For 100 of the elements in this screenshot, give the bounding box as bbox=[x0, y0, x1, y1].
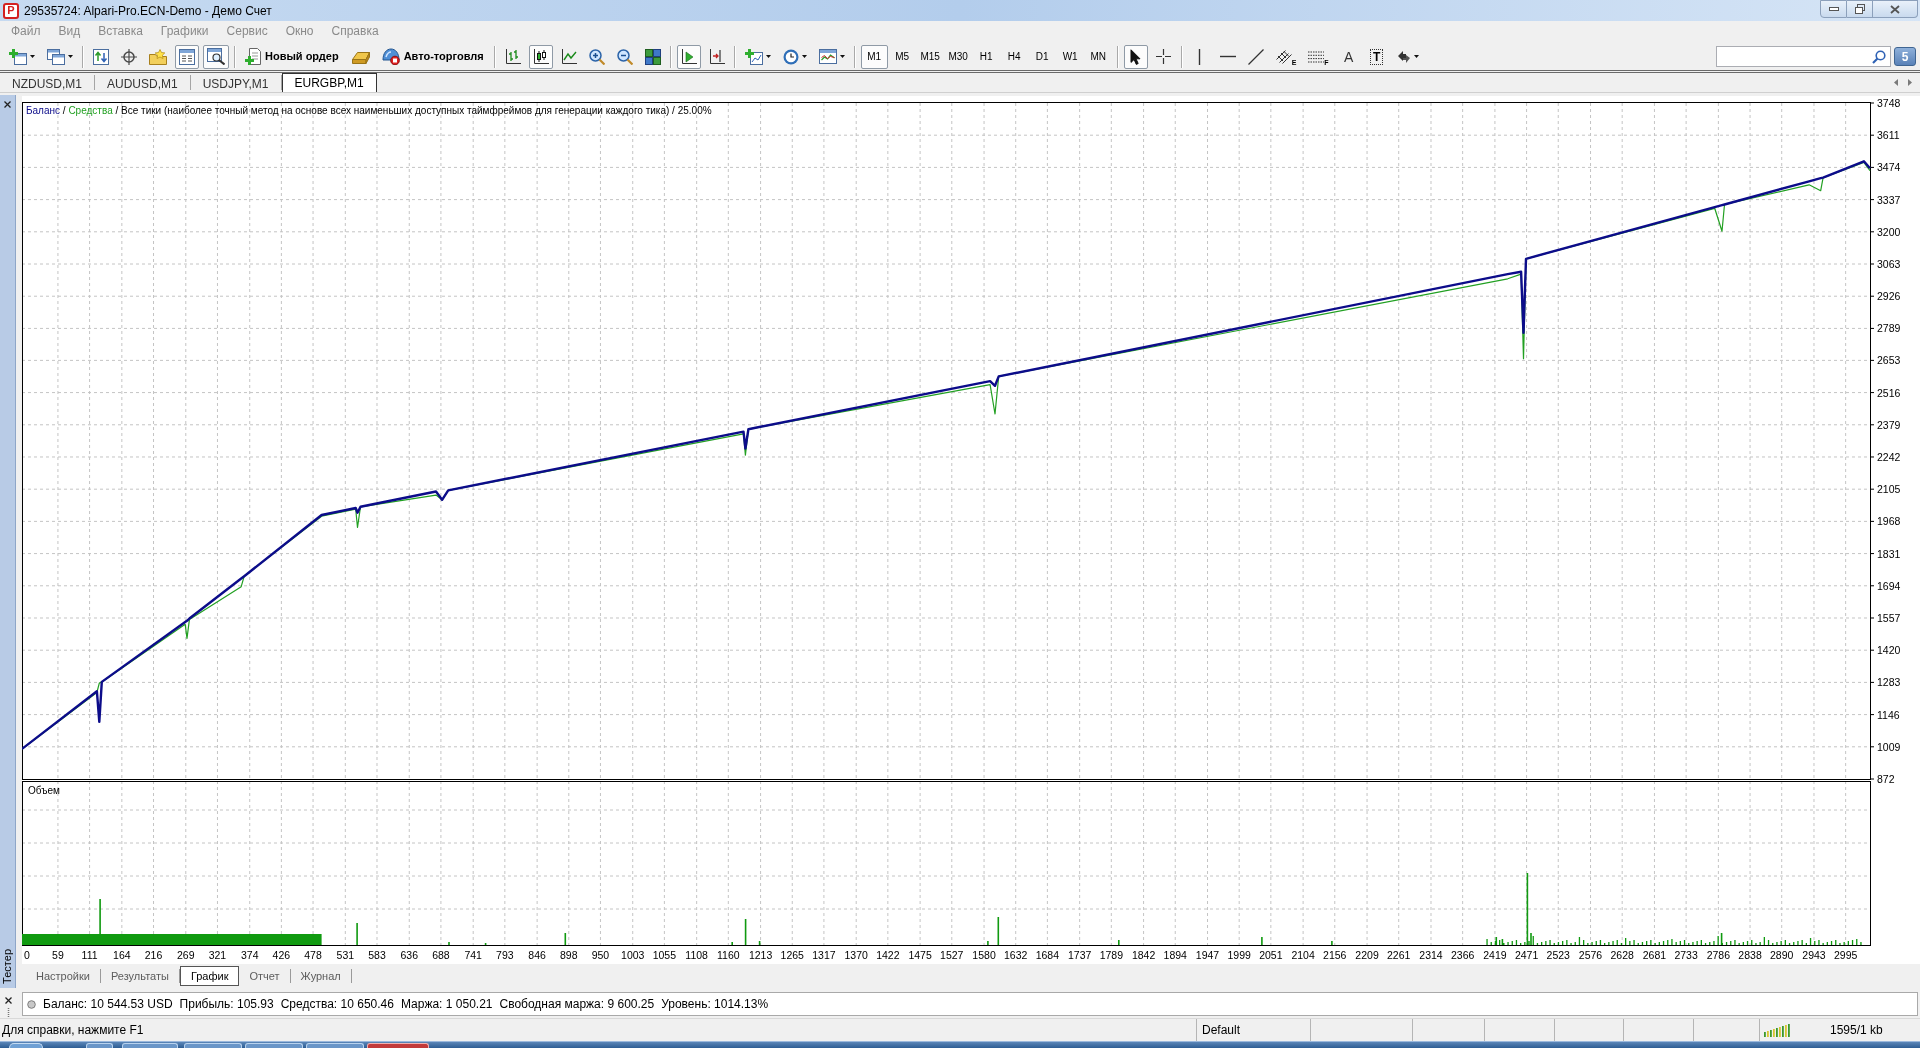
x-tick-label: 741 bbox=[464, 949, 482, 961]
x-tick-label: 164 bbox=[113, 949, 131, 961]
timeframe-button[interactable]: M15 bbox=[916, 44, 944, 69]
y-tick-label: 2379 bbox=[1877, 418, 1901, 431]
y-tick-label: 2516 bbox=[1877, 386, 1901, 399]
x-tick-label: 269 bbox=[177, 949, 195, 961]
timeframe-button[interactable]: H1 bbox=[972, 44, 1000, 69]
scroll-left-icon[interactable] bbox=[1894, 79, 1898, 86]
bar-chart-icon bbox=[504, 48, 521, 65]
x-tick-label: 1108 bbox=[685, 949, 708, 961]
x-tick-label: 2681 bbox=[1642, 949, 1667, 961]
traffic-text: 1595/1 kb bbox=[1830, 1022, 1883, 1039]
x-tick-label: 1684 bbox=[1035, 949, 1060, 961]
timeframe-button[interactable]: M5 bbox=[888, 44, 916, 69]
app-logo: P bbox=[3, 2, 19, 19]
y-tick-label: 3200 bbox=[1877, 225, 1901, 238]
toolbar-button[interactable] bbox=[676, 44, 701, 69]
x-tick-label: 898 bbox=[560, 949, 578, 961]
timeframe-button[interactable]: H4 bbox=[1000, 44, 1028, 69]
x-tick-label: 1527 bbox=[940, 949, 964, 961]
x-tick-label: 793 bbox=[496, 949, 514, 961]
taskbar-button[interactable] bbox=[367, 1043, 429, 1048]
tester-tab[interactable]: Результаты bbox=[100, 969, 180, 983]
minimize-button[interactable] bbox=[1820, 0, 1847, 18]
close-icon bbox=[1890, 4, 1900, 14]
scroll-right-icon[interactable] bbox=[1908, 79, 1912, 86]
tester-tab[interactable]: Настройки bbox=[26, 969, 101, 983]
search-field[interactable] bbox=[1716, 46, 1891, 67]
drawing-tool-button[interactable]: A bbox=[1336, 44, 1361, 69]
cursor-icon bbox=[1130, 48, 1142, 65]
ingot-icon bbox=[351, 49, 370, 64]
x-tick-label: 1475 bbox=[908, 949, 932, 961]
x-tick-label: 0 bbox=[24, 949, 30, 961]
toolbar-button[interactable] bbox=[528, 44, 553, 69]
close-panel-button[interactable] bbox=[2, 995, 14, 1005]
y-tick-label: 2789 bbox=[1877, 322, 1901, 335]
drawing-tool-button[interactable] bbox=[1123, 44, 1148, 69]
restore-button[interactable] bbox=[1847, 0, 1873, 18]
toolbar-button[interactable] bbox=[203, 44, 229, 69]
y-tick-label: 1557 bbox=[1877, 612, 1901, 624]
window-plus-icon bbox=[9, 48, 27, 65]
x-tick-label: 2104 bbox=[1291, 949, 1315, 961]
x-tick-label: 2995 bbox=[1833, 949, 1858, 961]
y-tick-label: 1831 bbox=[1877, 547, 1901, 560]
toolbar-button[interactable]: Авто-торговля bbox=[377, 44, 489, 69]
timeframe-button[interactable]: MN bbox=[1084, 44, 1112, 69]
x-tick-label: 1003 bbox=[621, 949, 645, 961]
timeframe-button[interactable]: M1 bbox=[860, 44, 888, 69]
close-button[interactable] bbox=[1873, 0, 1918, 18]
x-tick-label: 2628 bbox=[1610, 949, 1634, 961]
x-tick-label: 216 bbox=[144, 949, 163, 961]
chart-window-icon bbox=[818, 49, 837, 64]
account-stat: Свободная маржа: 9 600.25 bbox=[499, 996, 655, 1013]
chart-tab[interactable]: AUDUSD,M1 bbox=[95, 75, 191, 90]
timeframe-button[interactable]: W1 bbox=[1056, 44, 1084, 69]
toolbar-button[interactable]: Новый ордер bbox=[241, 44, 344, 69]
line-chart-icon bbox=[560, 48, 577, 65]
signal-bars-icon bbox=[1764, 1023, 1790, 1037]
fibonacci-icon bbox=[1308, 50, 1325, 63]
drawing-tool-button[interactable]: T bbox=[1364, 44, 1389, 69]
profile-text: Default bbox=[1202, 1022, 1241, 1039]
chart-scroll-icon bbox=[680, 48, 697, 65]
candlestick-icon bbox=[532, 48, 549, 65]
x-tick-label: 2471 bbox=[1514, 949, 1539, 961]
x-tick-label: 2419 bbox=[1483, 949, 1507, 961]
y-tick-label: 3063 bbox=[1877, 258, 1901, 270]
y-tick-label: 2926 bbox=[1877, 290, 1901, 303]
chart-tab[interactable]: NZDUSD,M1 bbox=[0, 75, 95, 90]
start-button[interactable] bbox=[9, 1043, 43, 1048]
x-tick-label: 1999 bbox=[1227, 949, 1251, 961]
status-text: Для справки, нажмите F1 bbox=[2, 1022, 144, 1039]
x-tick-label: 2838 bbox=[1738, 949, 1762, 961]
x-tick-label: 1370 bbox=[844, 949, 868, 961]
close-panel-button[interactable] bbox=[2, 99, 13, 110]
window-magnifier-icon bbox=[207, 48, 225, 65]
timeframe-button[interactable]: M30 bbox=[944, 44, 972, 69]
tester-tab[interactable]: График bbox=[179, 966, 240, 986]
dome-stop-icon bbox=[381, 48, 400, 65]
y-tick-label: 2105 bbox=[1877, 483, 1901, 496]
timeframe-button[interactable]: D1 bbox=[1028, 44, 1056, 69]
window-list-icon bbox=[179, 48, 195, 65]
account-stat: Уровень: 1014.13% bbox=[661, 996, 769, 1013]
x-tick-label: 2209 bbox=[1355, 949, 1379, 961]
chart-shift-icon bbox=[708, 48, 725, 65]
tester-tab[interactable]: Журнал bbox=[290, 969, 352, 983]
circle-icon bbox=[27, 999, 36, 1009]
tester-tab[interactable]: Отчет bbox=[239, 969, 291, 983]
window-arrows-icon bbox=[93, 48, 109, 65]
x-tick-label: 2523 bbox=[1546, 949, 1570, 961]
stacked-windows-icon bbox=[47, 48, 65, 65]
x-tick-label: 2576 bbox=[1578, 949, 1603, 961]
clock-icon bbox=[782, 48, 799, 65]
channel-icon bbox=[1275, 49, 1292, 64]
close-icon bbox=[4, 996, 12, 1004]
chart-tab[interactable]: EURGBP,M1 bbox=[281, 73, 377, 92]
y-tick-label: 3474 bbox=[1877, 161, 1901, 174]
x-tick-label: 111 bbox=[81, 949, 98, 961]
x-tick-label: 688 bbox=[432, 949, 450, 961]
panel-title[interactable]: Тестер bbox=[2, 949, 13, 984]
chart-tab[interactable]: USDJPY,M1 bbox=[190, 75, 282, 90]
